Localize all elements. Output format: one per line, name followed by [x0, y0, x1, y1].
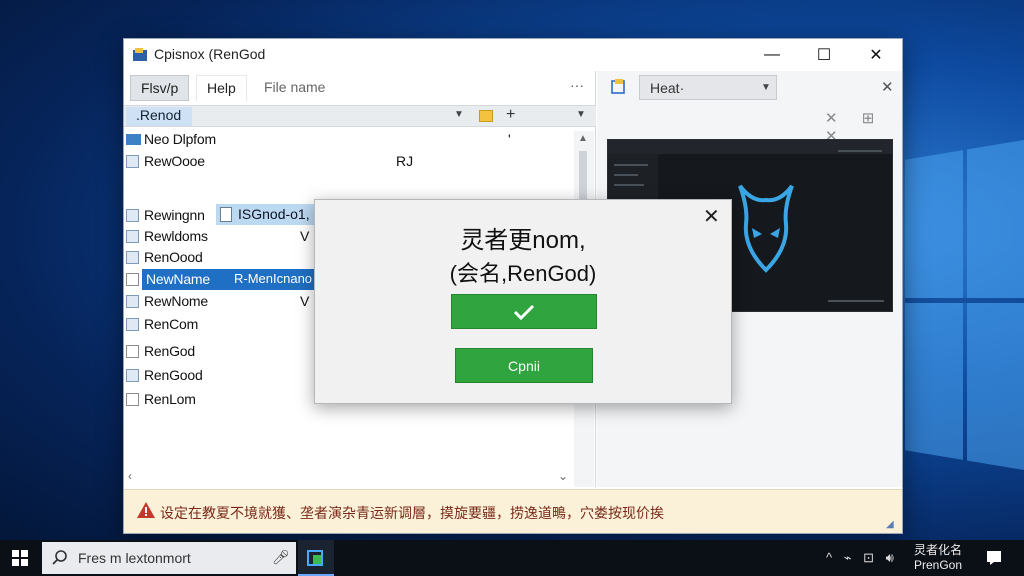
app-icon — [133, 48, 147, 61]
minimize-button[interactable]: — — [746, 39, 798, 71]
search-placeholder: Fres m lextonmort — [78, 550, 191, 566]
list-item-checkbox[interactable] — [124, 269, 144, 290]
path-input[interactable]: .Renod — [126, 107, 192, 126]
microphone-icon[interactable]: 🎤︎ — [272, 549, 290, 566]
system-tray-icons[interactable]: ^ ⌁ ⊡ 🔊︎ — [826, 550, 898, 566]
checkbox[interactable] — [126, 273, 139, 286]
file-name: RewNome — [144, 293, 208, 309]
maximize-button[interactable]: ☐ — [798, 39, 850, 71]
preview-line — [614, 184, 644, 186]
warning-icon — [137, 502, 155, 518]
file-name: RenGood — [144, 367, 203, 383]
dialog-message: 灵者更nom, — [460, 227, 586, 254]
preview-line — [838, 150, 882, 152]
taskbar-app-button[interactable] — [298, 540, 334, 576]
scroll-up-icon[interactable]: ▲ — [578, 133, 588, 144]
desktop-windows-logo — [905, 140, 1024, 470]
tab-file-name[interactable]: File name — [254, 75, 335, 101]
checkbox[interactable] — [126, 230, 139, 243]
more-options-icon[interactable]: ··· — [570, 77, 584, 93]
checkbox[interactable] — [126, 155, 139, 168]
chevron-down-icon[interactable]: ▼ — [576, 109, 586, 120]
checkbox[interactable] — [126, 393, 139, 406]
file-col2: V — [300, 293, 310, 309]
file-col2: V — [300, 228, 310, 244]
rename-field[interactable]: R-MenIcnano — [234, 271, 312, 286]
path-dropdown-icon[interactable]: ▼ — [454, 109, 464, 120]
search-icon — [52, 550, 67, 565]
pane-close-icon[interactable]: ✕ — [881, 78, 894, 96]
add-button[interactable]: + — [506, 106, 515, 124]
warning-text: 设定在教夏不境就獲、垄者演杂青运新调層，摸旋要疆，捞逸道鴫，穴娄按现价挨 — [160, 505, 664, 521]
close-button[interactable]: ✕ — [850, 39, 902, 71]
glowing-mask-icon — [738, 184, 794, 273]
folder-icon[interactable] — [479, 110, 493, 122]
folder-mark: ' — [508, 131, 511, 147]
rename-dialog: ✕ 灵者更nom, (会名,RenGod) Cpnii — [314, 199, 732, 404]
warning-bar: 设定在教夏不境就獲、垄者演杂青运新调層，摸旋要疆，捞逸道鴫，穴娄按现价挨 — [124, 489, 902, 533]
preview-line — [828, 300, 884, 302]
path-bar: .Renod ▼ + ▼ — [124, 105, 596, 127]
taskbar: Fres m lextonmort 🎤︎ ^ ⌁ ⊡ 🔊︎ 灵者化名 PrenG… — [0, 540, 1024, 576]
clock-line1: 灵者化名 — [914, 543, 963, 557]
checkbox[interactable] — [126, 345, 139, 358]
list-item[interactable]: Rewingnn — [124, 205, 216, 226]
tab-bar: Flsv/p Help File name ··· — [124, 71, 596, 105]
tab-flsvp[interactable]: Flsv/p — [130, 75, 190, 101]
app-icon — [307, 550, 323, 566]
document-icon — [220, 207, 232, 222]
list-item-selected[interactable]: NewName R-MenIcnano — [142, 269, 318, 290]
resize-grip-icon[interactable]: ◢ — [886, 519, 894, 530]
folder-icon — [126, 134, 141, 145]
preview-line — [614, 164, 648, 166]
file-name: Rewldoms — [144, 228, 208, 244]
list-item-folder[interactable]: Neo Dlpfom ' — [124, 129, 574, 150]
file-name: RewOooe — [144, 153, 205, 169]
preview-app-icon[interactable] — [611, 79, 627, 95]
checkmark-icon — [513, 304, 535, 320]
scroll-down-icon[interactable]: ⌄ — [558, 469, 568, 483]
title-bar[interactable]: Cpisnox (RenGod — ☐ ✕ — [124, 39, 902, 71]
confirm-button[interactable] — [451, 294, 597, 329]
list-item[interactable]: RewOooe RJ — [124, 151, 574, 172]
checkbox[interactable] — [126, 318, 139, 331]
file-name: RenCom — [144, 316, 199, 332]
taskbar-search[interactable]: Fres m lextonmort 🎤︎ — [42, 542, 296, 574]
file-name: NewName — [146, 271, 210, 287]
clock-line2: PrenGon — [914, 558, 963, 572]
checkbox[interactable] — [126, 295, 139, 308]
checkbox[interactable] — [126, 369, 139, 382]
folder-name: Neo Dlpfom — [144, 131, 216, 147]
file-name: RenLom — [144, 391, 196, 407]
file-name: RenOood — [144, 249, 203, 265]
file-name: RenGod — [144, 343, 195, 359]
preview-select[interactable]: Heat· — [639, 75, 777, 100]
checkbox[interactable] — [126, 209, 139, 222]
open-button[interactable]: Cpnii — [455, 348, 593, 383]
dialog-submessage: (会名,RenGod) — [449, 261, 597, 286]
scroll-left-icon[interactable]: ‹ — [128, 469, 132, 483]
window-title: Cpisnox (RenGod — [154, 46, 266, 62]
tab-help[interactable]: Help — [196, 75, 247, 101]
notification-icon[interactable] — [986, 550, 1002, 566]
file-name: Rewingnn — [144, 207, 205, 223]
windows-start-icon[interactable] — [12, 550, 28, 566]
taskbar-clock[interactable]: 灵者化名 PrenGon — [914, 543, 962, 573]
file-col2: RJ — [396, 153, 414, 169]
checkbox[interactable] — [126, 251, 139, 264]
preview-line — [614, 174, 638, 176]
chevron-down-icon[interactable]: ▼ — [761, 82, 771, 93]
